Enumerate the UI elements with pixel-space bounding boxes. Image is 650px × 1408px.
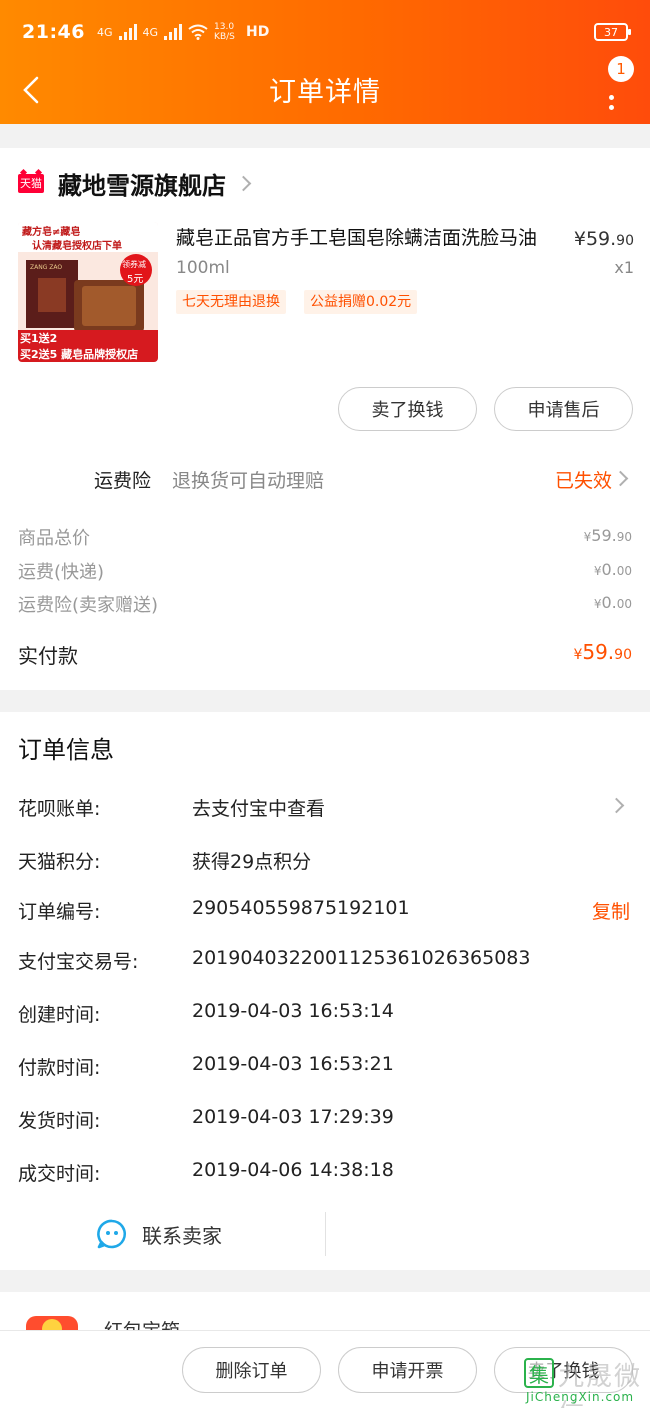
info-value-completed: 2019-04-06 14:38:18 [192, 1159, 394, 1181]
product-title[interactable]: 藏皂正品官方手工皂国皂除螨洁面洗脸马油 [176, 224, 566, 252]
thumb-coupon-line2: 5元 [127, 274, 144, 285]
fee-value-decimal: 00 [616, 564, 632, 578]
insurance-status[interactable]: 已失效 [555, 466, 612, 493]
info-value-created: 2019-04-03 16:53:14 [192, 1000, 394, 1022]
thumb-top-line2: 认清藏皂授权店下单 [32, 241, 122, 252]
dot-icon [608, 105, 614, 110]
product-price-decimal: 90 [616, 233, 634, 249]
service-tag-return: 七天无理由退换 [176, 290, 286, 314]
service-tag-charity: 公益捐赠0.02元 [304, 290, 418, 314]
info-value-alipay-no: 2019040322001125361026365083 [192, 947, 531, 969]
thumb-bottom-line1: 买1送2 [20, 332, 58, 345]
fee-value-decimal: 90 [616, 530, 632, 544]
red-packet-card [0, 1292, 650, 1332]
paid-value-main: 59. [582, 640, 615, 664]
thumb-coupon-line1: 领券减 [122, 260, 146, 269]
delete-order-button[interactable]: 删除订单 [182, 1347, 321, 1393]
paid-value-decimal: 90 [614, 647, 632, 663]
info-value-order-no: 290540559875192101 [192, 897, 410, 919]
request-invoice-button[interactable]: 申请开票 [338, 1347, 477, 1393]
watermark-url: JiChengXin.com [526, 1390, 635, 1404]
insurance-desc: 退换货可自动理赔 [172, 470, 325, 492]
info-label-created: 创建时间: [18, 1004, 101, 1026]
info-value-shipped: 2019-04-03 17:29:39 [192, 1106, 394, 1128]
info-value-paid-time: 2019-04-03 16:53:21 [192, 1053, 394, 1075]
info-label-huabei: 花呗账单: [18, 798, 101, 820]
thumb-top-line1: 藏方皂≠藏皂 [22, 227, 81, 238]
battery-icon: 37 [594, 23, 631, 41]
info-value-points: 获得29点积分 [192, 851, 312, 873]
network-label-b: 4G [142, 25, 159, 39]
status-icons: 4G 4G 13.0 KB/S HD [97, 22, 269, 42]
hd-indicator: HD [246, 24, 270, 40]
app-header: 21:46 4G 4G 13.0 KB/S HD 37 订单详情 [0, 0, 650, 124]
signal-icon [118, 24, 137, 40]
fee-label-total: 商品总价 [18, 528, 90, 549]
chevron-left-icon [23, 76, 39, 104]
tmall-logo-icon: 天猫 [18, 173, 44, 193]
message-badge[interactable]: 1 [608, 56, 634, 82]
product-spec: 100ml [176, 258, 230, 278]
contact-seller-button[interactable]: 联系卖家 [96, 1214, 222, 1254]
info-label-order-no: 订单编号: [18, 901, 101, 923]
back-button[interactable] [22, 72, 62, 108]
status-bar: 21:46 4G 4G 13.0 KB/S HD 37 [22, 18, 631, 46]
fee-value-main: 0. [601, 560, 617, 579]
battery-level: 37 [604, 25, 618, 39]
status-time: 21:46 [22, 21, 85, 43]
product-price-main: ¥59. [573, 228, 617, 250]
paid-label: 实付款 [18, 644, 78, 668]
fee-value-shipping: ¥0.00 [594, 560, 632, 579]
wifi-icon [188, 24, 208, 40]
info-label-alipay-no: 支付宝交易号: [18, 951, 139, 973]
dot-icon [608, 95, 614, 100]
shop-header[interactable]: 天猫 藏地雪源旗舰店 [18, 166, 252, 201]
fee-label-insurance: 运费险(卖家赠送) [18, 595, 159, 616]
fee-value-decimal: 00 [616, 597, 632, 611]
fee-value-total: ¥59.90 [584, 526, 632, 545]
paid-value: ¥59.90 [573, 640, 632, 664]
copy-button[interactable]: 复制 [592, 897, 630, 924]
watermark-logo: 集 [524, 1358, 554, 1388]
shop-name[interactable]: 藏地雪源旗舰店 [58, 166, 226, 201]
fee-label-shipping: 运费(快递) [18, 562, 105, 583]
chevron-right-icon [235, 175, 252, 191]
fee-value-insurance: ¥0.00 [594, 593, 632, 612]
product-quantity: x1 [614, 258, 634, 277]
page-title: 订单详情 [269, 76, 381, 108]
info-label-points: 天猫积分: [18, 851, 101, 873]
divider [325, 1212, 326, 1256]
speed-indicator: 13.0 KB/S [214, 22, 235, 42]
contact-seller-label: 联系卖家 [142, 1223, 222, 1248]
signal-icon-2 [164, 24, 183, 40]
insurance-label: 运费险 [94, 470, 152, 492]
info-label-shipped: 发货时间: [18, 1110, 101, 1132]
info-label-paid-time: 付款时间: [18, 1057, 101, 1079]
thumb-bottom-line2: 买2送5 藏皂品牌授权店 [20, 348, 139, 361]
order-info-title: 订单信息 [18, 736, 114, 764]
network-label-a: 4G [96, 25, 113, 39]
info-label-completed: 成交时间: [18, 1163, 101, 1185]
info-value-huabei[interactable]: 去支付宝中查看 [192, 794, 325, 821]
thumb-box-label: ZANG ZAO [30, 264, 63, 271]
product-image[interactable]: 藏方皂≠藏皂 认清藏皂授权店下单 领券减 5元 ZANG ZAO 买1送2 买2… [18, 222, 158, 362]
watermark: 集 九晟微信 JiChengXin.com [524, 1356, 646, 1408]
product-price: ¥59.90 [574, 228, 634, 250]
nav-bar: 订单详情 [0, 62, 650, 116]
after-sale-button[interactable]: 申请售后 [494, 387, 633, 431]
chat-bubble-icon [97, 1219, 127, 1249]
fee-value-main: 0. [601, 593, 617, 612]
sell-button[interactable]: 卖了换钱 [338, 387, 477, 431]
fee-value-main: 59. [591, 526, 617, 545]
